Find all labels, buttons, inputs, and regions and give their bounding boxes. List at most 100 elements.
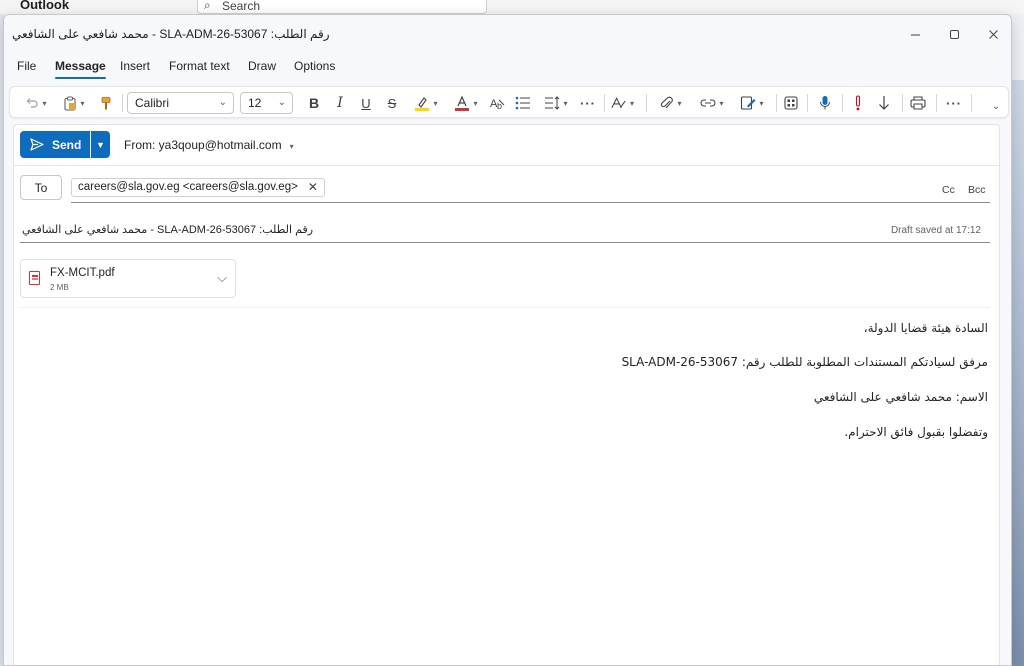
more-icon: ···	[946, 95, 962, 111]
italic-button[interactable]: I	[330, 92, 350, 114]
ribbon-separator	[936, 94, 937, 112]
tab-options[interactable]: Options	[294, 59, 335, 73]
print-button[interactable]	[908, 92, 928, 114]
background-topbar: Outlook ⌕ Search	[0, 0, 1024, 14]
pdf-icon	[29, 271, 40, 285]
maximize-button[interactable]	[939, 23, 969, 45]
divider	[14, 165, 999, 166]
clipboard-icon	[64, 96, 77, 111]
attachment-menu-chevron-icon[interactable]: ⌵	[217, 270, 227, 286]
high-importance-button[interactable]	[848, 92, 868, 114]
chevron-down-icon: ▾	[759, 98, 764, 108]
more-formatting-button[interactable]: ···	[578, 92, 598, 114]
chevron-down-icon: ▾	[629, 98, 634, 108]
send-options-button[interactable]: ▼	[91, 131, 110, 158]
styles-icon	[611, 97, 626, 109]
ribbon-tabs: File Message Insert Format text Draw Opt…	[4, 59, 1011, 81]
send-label: Send	[52, 137, 82, 152]
tab-format-text[interactable]: Format text	[169, 59, 230, 73]
format-painter-button[interactable]	[96, 92, 116, 114]
bold-button[interactable]: B	[304, 92, 324, 114]
ribbon-separator	[971, 94, 972, 112]
font-size-select[interactable]: 12 ⌄	[240, 92, 293, 114]
to-button[interactable]: To	[20, 175, 62, 200]
printer-icon	[910, 96, 926, 110]
font-color-icon	[455, 95, 470, 111]
format-painter-icon	[101, 96, 111, 109]
line-spacing-button[interactable]: ▾	[540, 92, 572, 114]
compose-pane: Send ▼ From: ya3qoup@hotmail.com ▾ To car…	[13, 124, 1000, 665]
undo-button[interactable]: ▾	[20, 92, 52, 114]
ribbon-separator	[122, 94, 123, 112]
signature-button[interactable]: ▾	[736, 92, 768, 114]
underline-button[interactable]: U	[356, 92, 376, 114]
paste-button[interactable]: ▾	[58, 92, 90, 114]
paperclip-icon	[661, 96, 674, 108]
tab-file[interactable]: File	[17, 59, 36, 73]
styles-button[interactable]: ▾	[610, 92, 634, 114]
clear-formatting-button[interactable]: Ab	[488, 92, 508, 114]
ribbon-separator	[807, 94, 808, 112]
font-size-value: 12	[248, 96, 262, 110]
highlight-button[interactable]: ▾	[410, 92, 442, 114]
chevron-down-icon: ▾	[473, 98, 478, 108]
body-line: وتفضلوا بقبول فائق الاحترام.	[844, 425, 988, 439]
tab-draw[interactable]: Draw	[248, 59, 276, 73]
strikethrough-icon: S	[387, 95, 397, 111]
attachment-card[interactable]: FX-MCIT.pdf 2 MB ⌵	[20, 259, 236, 298]
maximize-icon	[949, 29, 959, 39]
title-bar[interactable]: محمد شافعي على الشافعي - SLA-ADM-26-5306…	[4, 15, 1011, 51]
subject-field[interactable]: محمد شافعي على الشافعي - SLA-ADM-26-5306…	[22, 223, 313, 236]
tab-message[interactable]: Message	[55, 59, 106, 79]
minimize-button[interactable]	[900, 23, 930, 45]
cc-button[interactable]: Cc	[942, 184, 955, 196]
chevron-down-icon: ⌄	[277, 97, 286, 108]
chevron-down-icon: ▾	[289, 142, 294, 151]
more-icon: ···	[580, 95, 596, 111]
compose-window: محمد شافعي على الشافعي - SLA-ADM-26-5306…	[3, 14, 1012, 666]
apps-button[interactable]	[781, 92, 801, 114]
attachment-name: FX-MCIT.pdf	[50, 267, 115, 279]
low-importance-button[interactable]	[874, 92, 894, 114]
strikethrough-button[interactable]: S	[382, 92, 402, 114]
microphone-icon	[820, 96, 830, 110]
body-line: مرفق لسيادتكم المستندات المطلوبة للطلب ر…	[621, 355, 988, 369]
desktop-wallpaper-edge	[1010, 80, 1024, 666]
from-selector[interactable]: From: ya3qoup@hotmail.com ▾	[124, 138, 294, 152]
expand-ribbon-button[interactable]: ⌄	[988, 95, 1004, 117]
link-icon	[701, 99, 716, 107]
close-icon	[988, 29, 998, 39]
tab-insert[interactable]: Insert	[120, 59, 150, 73]
link-button[interactable]: ▾	[696, 92, 728, 114]
to-label: To	[34, 180, 48, 195]
highlighter-icon	[415, 97, 430, 111]
attachment-size: 2 MB	[50, 283, 69, 292]
font-color-button[interactable]: ▾	[450, 92, 482, 114]
more-options-button[interactable]: ···	[944, 92, 964, 114]
to-field-underline	[71, 202, 990, 203]
from-label: From: ya3qoup@hotmail.com	[124, 138, 282, 152]
dictate-button[interactable]	[815, 92, 835, 114]
body-line: السادة هيئة قضايا الدولة،	[863, 321, 988, 335]
send-button[interactable]: Send	[20, 131, 90, 158]
attach-file-button[interactable]: ▾	[655, 92, 687, 114]
font-name-select[interactable]: Calibri ⌄	[127, 92, 234, 114]
recipient-chip[interactable]: careers@sla.gov.eg <careers@sla.gov.eg> …	[71, 178, 325, 197]
chevron-down-icon: ⌄	[991, 100, 1001, 112]
bullets-button[interactable]	[513, 92, 533, 114]
chevron-down-icon: ▾	[563, 98, 568, 108]
chevron-down-icon: ▾	[80, 98, 85, 108]
signature-icon	[741, 96, 756, 110]
send-icon	[30, 138, 44, 151]
ribbon-toolbar: ▾ ▾ Calibri ⌄ 12 ⌄ B I U S ▾ ▾ Ab ▾ ··· …	[9, 86, 1009, 118]
italic-icon: I	[337, 95, 343, 111]
remove-recipient-icon[interactable]: ✕	[308, 179, 318, 196]
bcc-button[interactable]: Bcc	[968, 184, 986, 196]
chevron-down-icon: ▾	[433, 98, 438, 108]
chevron-down-icon: ▾	[719, 98, 724, 108]
app-name: Outlook	[20, 0, 70, 12]
subject-underline	[20, 242, 990, 243]
bold-icon: B	[308, 95, 320, 111]
search-box[interactable]: ⌕ Search	[197, 0, 487, 14]
close-button[interactable]	[978, 23, 1008, 45]
